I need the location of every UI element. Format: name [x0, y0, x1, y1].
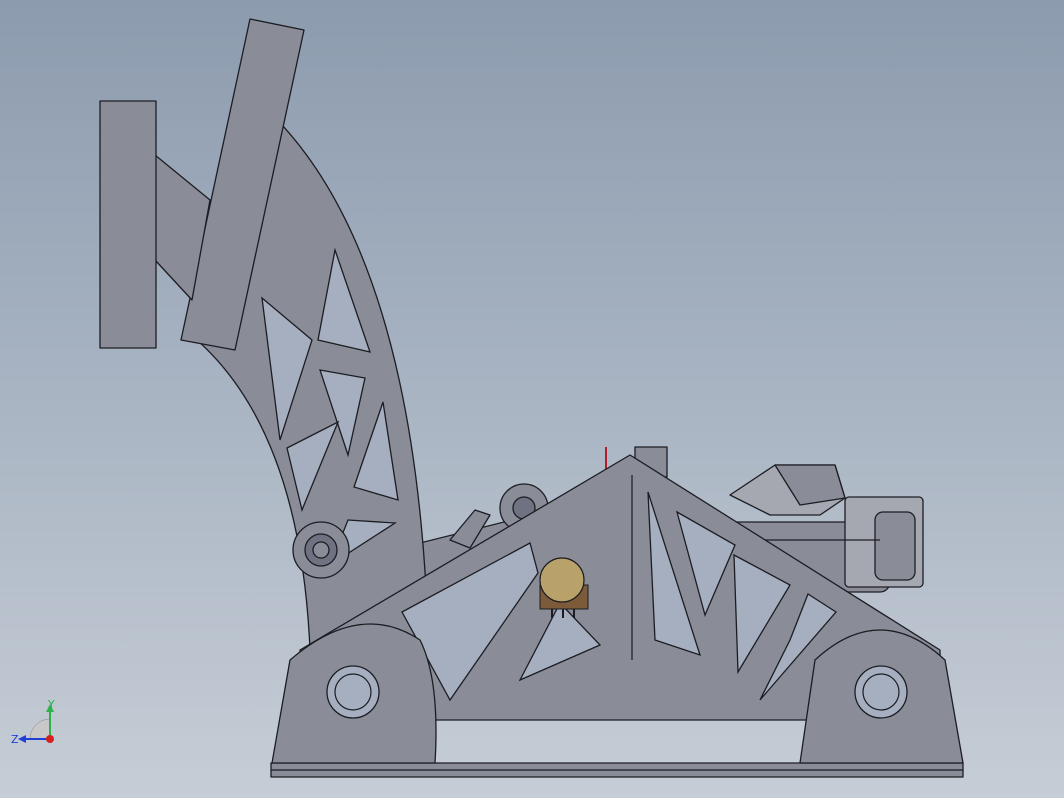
pedal-assembly-model[interactable] [0, 0, 1064, 798]
left-mount[interactable] [271, 623, 437, 764]
x-axis-dot [46, 735, 54, 743]
z-axis-label: Z [11, 733, 19, 746]
y-axis-label: Y [47, 698, 55, 711]
base-plate[interactable] [270, 762, 964, 778]
cad-viewport[interactable]: Y Z [0, 0, 1064, 798]
axis-triad: Y Z [11, 698, 55, 746]
